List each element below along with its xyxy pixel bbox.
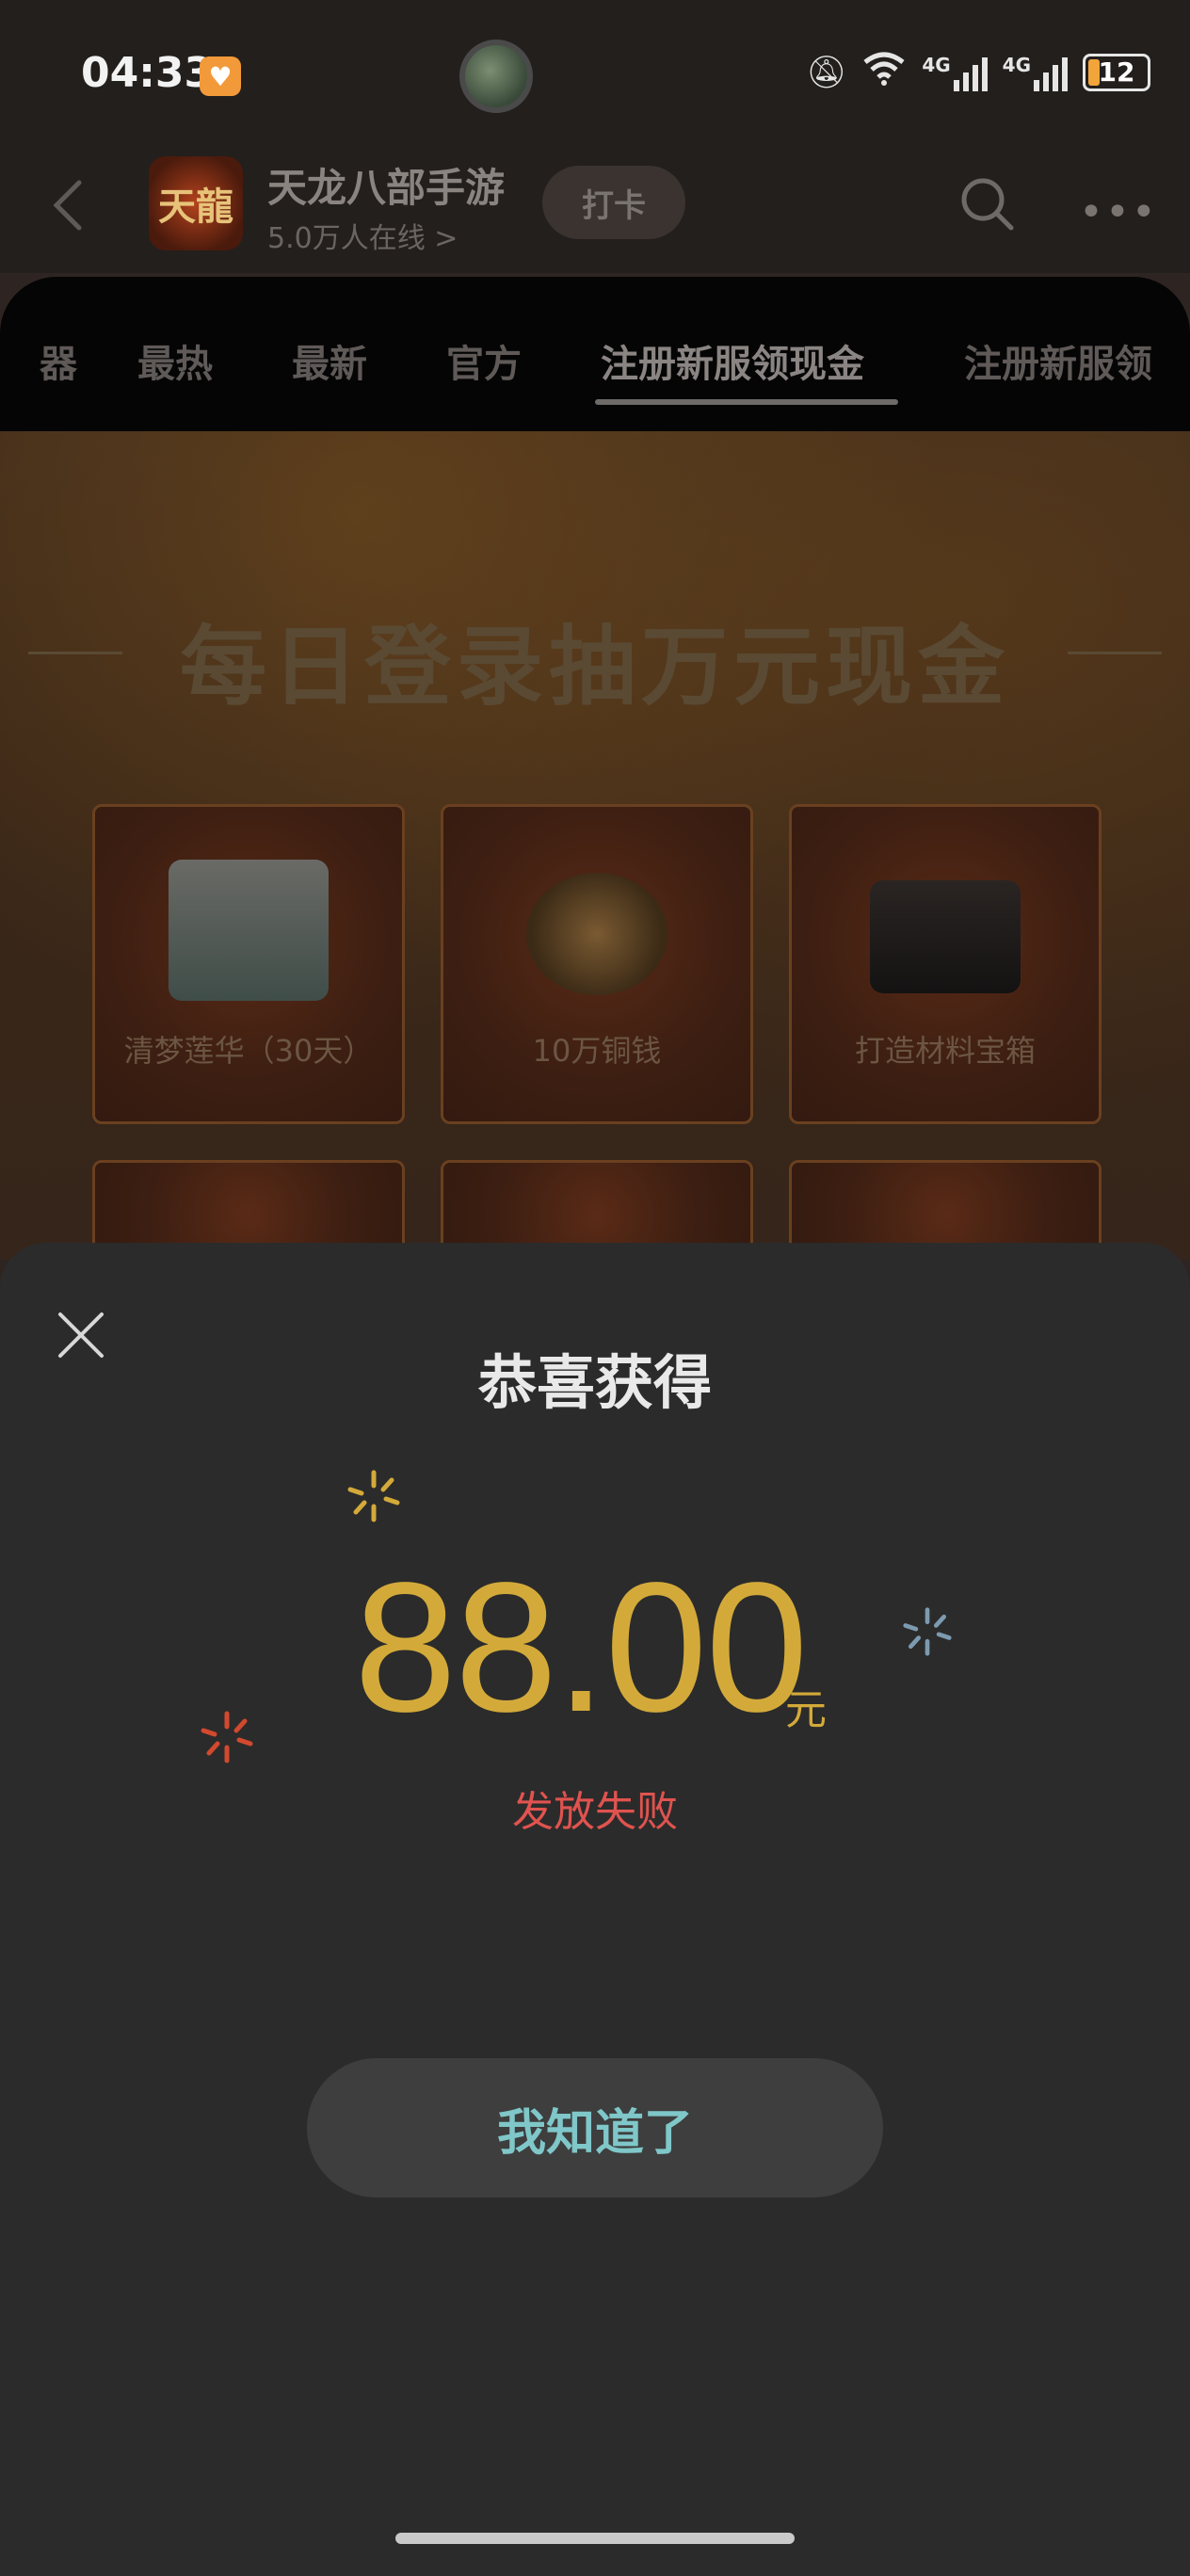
tab-register-cash-2[interactable]: 注册新服领 [964, 333, 1152, 388]
tab-bar: 器 最热 最新 官方 注册新服领现金 注册新服领 [0, 277, 1190, 431]
tab-latest[interactable]: 最新 [292, 333, 367, 388]
search-icon[interactable] [958, 175, 1015, 232]
reward-modal-sheet [0, 1243, 1190, 2576]
tab-hot[interactable]: 最热 [137, 333, 213, 388]
prize-card[interactable]: 打造材料宝箱 [789, 804, 1102, 1124]
signal-icon-1: 4G [922, 53, 988, 91]
prize-label: 清梦莲华（30天） [123, 1033, 374, 1069]
home-indicator[interactable] [395, 2533, 795, 2544]
sparkle-icon [347, 1470, 400, 1522]
active-tab-indicator [595, 399, 898, 405]
heart-notification-icon: ♥ [200, 56, 241, 96]
bell-muted-icon: 🔕︎ [806, 53, 847, 91]
modal-title: 恭喜获得 [477, 1348, 712, 1417]
prize-label: 10万铜钱 [532, 1033, 662, 1069]
sparkle-icon [201, 1711, 253, 1763]
online-count[interactable]: 5.0万人在线 > [267, 215, 458, 256]
status-time: 04:33 [81, 49, 214, 97]
floating-app-avatar[interactable] [459, 40, 533, 113]
game-title[interactable]: 天龙八部手游 [267, 156, 505, 214]
battery-icon: 12 [1083, 53, 1150, 91]
tab-official[interactable]: 官方 [446, 333, 522, 388]
reward-amount: 88.00 [354, 1544, 808, 1750]
amount-unit: 元 [785, 1686, 827, 1734]
checkin-button[interactable]: 打卡 [542, 166, 685, 239]
wifi-icon [861, 51, 907, 93]
network-label-1: 4G [922, 53, 951, 76]
prize-label: 打造材料宝箱 [854, 1033, 1036, 1069]
more-options-icon[interactable]: ••• [1079, 188, 1158, 236]
back-arrow-icon[interactable] [49, 179, 87, 232]
prize-card[interactable]: 清梦莲华（30天） [92, 804, 405, 1124]
distribution-status: 发放失败 [512, 1788, 678, 1836]
battery-level: 12 [1098, 56, 1135, 88]
treasure-chest-image [870, 880, 1021, 993]
costume-image [169, 860, 329, 1001]
status-icons: 🔕︎ 4G 4G 12 [806, 51, 1150, 93]
sparkle-icon [903, 1607, 952, 1656]
signal-icon-2: 4G [1003, 54, 1068, 91]
event-banner: 每日登录抽万元现金 清梦莲华（30天） 10万铜钱 打造材料宝箱 [0, 431, 1190, 1292]
coins-image [526, 873, 667, 995]
tab-0[interactable]: 器 [40, 333, 77, 388]
prize-card[interactable]: 10万铜钱 [441, 804, 753, 1124]
tab-register-cash[interactable]: 注册新服领现金 [601, 333, 864, 388]
acknowledge-button[interactable]: 我知道了 [307, 2058, 883, 2198]
game-logo[interactable]: 天龍 [149, 156, 243, 250]
banner-title: 每日登录抽万元现金 [179, 616, 1010, 717]
network-label-2: 4G [1002, 53, 1031, 76]
